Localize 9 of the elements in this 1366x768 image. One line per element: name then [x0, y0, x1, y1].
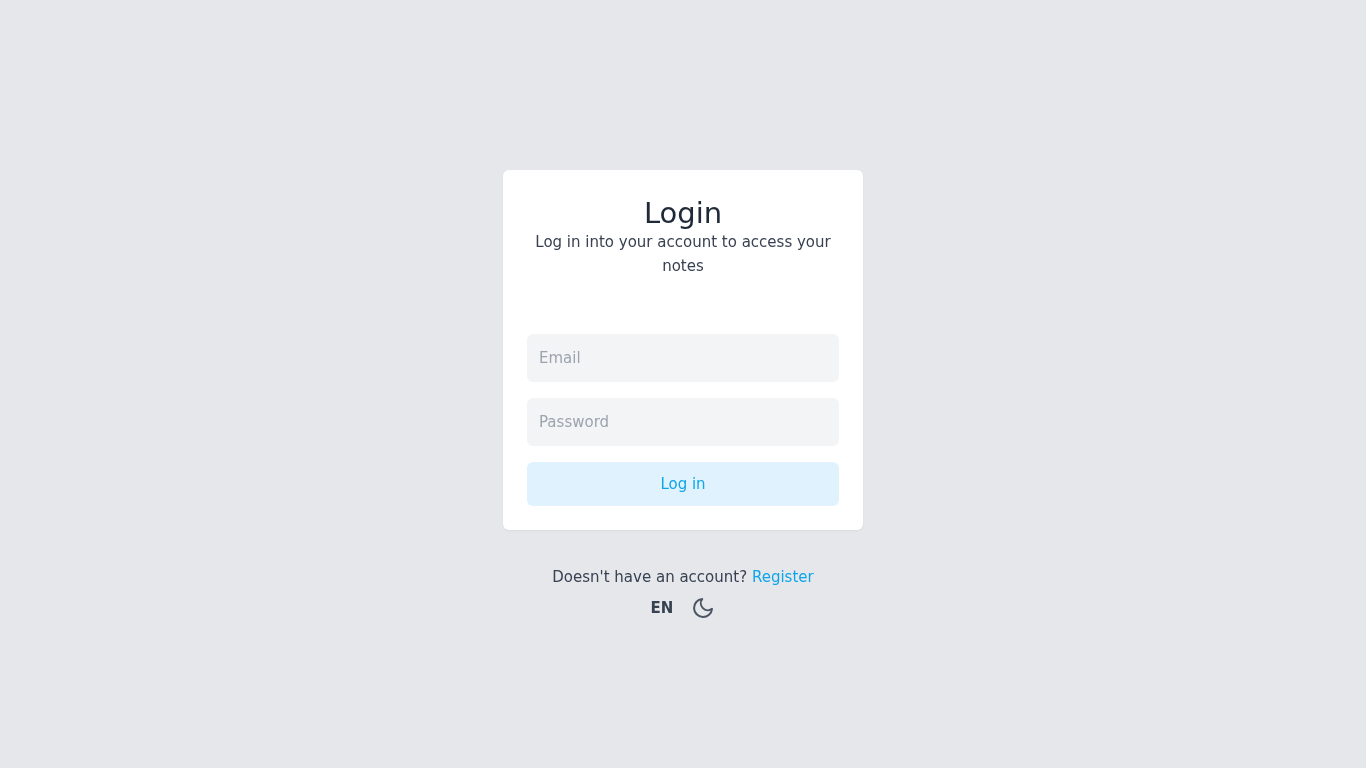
register-prompt: Doesn't have an account? Register [552, 568, 814, 586]
register-link[interactable]: Register [751, 568, 814, 586]
language-button[interactable]: EN [650, 599, 674, 617]
login-button[interactable]: Log in [527, 462, 839, 506]
moon-icon[interactable] [691, 596, 716, 620]
password-field[interactable]: Password [527, 398, 839, 446]
login-title: Login [643, 196, 723, 230]
login-subtitle: Log in into your account to access your notes [534, 232, 832, 277]
email-field[interactable]: Email [527, 334, 839, 382]
